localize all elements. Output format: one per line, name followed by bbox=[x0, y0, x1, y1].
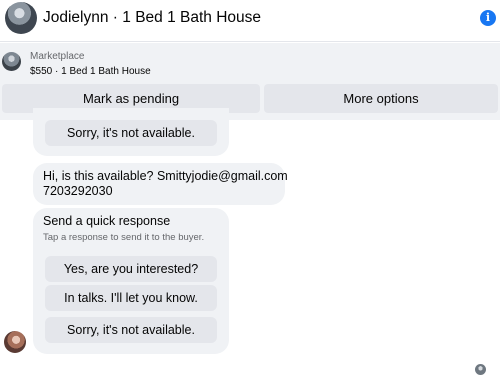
listing-kind-label: Marketplace bbox=[30, 51, 85, 62]
conversation-header: Jodielynn · 1 Bed 1 Bath House i bbox=[0, 0, 500, 42]
quick-reply-interested-button[interactable]: Yes, are you interested? bbox=[45, 256, 217, 282]
message-line: 7203292030 bbox=[43, 184, 113, 198]
conversation-title[interactable]: Jodielynn · 1 Bed 1 Bath House bbox=[43, 9, 261, 27]
quick-reply-in-talks-button[interactable]: In talks. I'll let you know. bbox=[45, 285, 217, 311]
previous-quick-response-bubble: Sorry, it's not available. bbox=[33, 108, 229, 156]
message-line: Hi, is this available? Smittyjodie@gmail… bbox=[43, 169, 288, 183]
sender-avatar[interactable] bbox=[4, 331, 26, 353]
listing-price-title[interactable]: $550 · 1 Bed 1 Bath House bbox=[30, 66, 151, 77]
message-text: Hi, is this available? Smittyjodie@gmail… bbox=[43, 169, 288, 199]
seen-receipt-avatar bbox=[475, 364, 486, 375]
quick-response-title: Send a quick response bbox=[43, 214, 171, 228]
quick-reply-not-available-button[interactable]: Sorry, it's not available. bbox=[45, 317, 217, 343]
more-options-button[interactable]: More options bbox=[264, 84, 498, 113]
quick-reply-not-available-button[interactable]: Sorry, it's not available. bbox=[45, 120, 217, 146]
quick-response-subtitle: Tap a response to send it to the buyer. bbox=[43, 232, 205, 243]
message-bubble: Hi, is this available? Smittyjodie@gmail… bbox=[33, 163, 288, 205]
info-icon[interactable]: i bbox=[480, 10, 496, 26]
listing-thumbnail[interactable] bbox=[2, 52, 21, 71]
quick-response-bubble: Send a quick response Tap a response to … bbox=[33, 208, 229, 354]
contact-avatar[interactable] bbox=[5, 2, 37, 34]
